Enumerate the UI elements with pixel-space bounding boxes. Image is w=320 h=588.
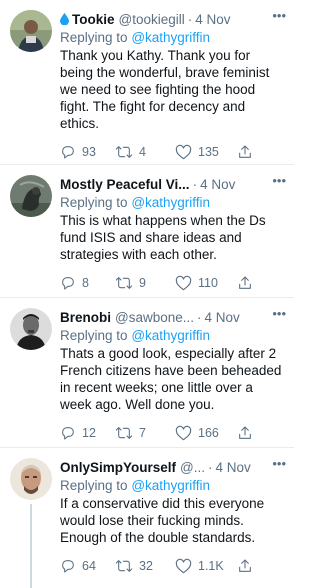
thread-line	[30, 504, 32, 588]
replying-to-label: Replying to	[60, 328, 128, 343]
display-name[interactable]: Tookie	[72, 12, 115, 27]
reply-feed: Tookie @tookiegill · 4 Nov ••• Replying …	[0, 0, 294, 588]
user-handle[interactable]: @sawbone...	[115, 310, 194, 325]
more-options-icon[interactable]: •••	[272, 307, 286, 320]
replying-to: Replying to @kathygriffin	[60, 195, 286, 210]
like-count: 166	[198, 426, 219, 440]
separator-dot: ·	[192, 176, 198, 192]
tweet-header: Mostly Peaceful Vi... · 4 Nov	[60, 175, 286, 193]
avatar[interactable]	[10, 10, 52, 52]
avatar[interactable]	[10, 308, 52, 350]
share-button[interactable]	[237, 275, 257, 291]
reply-count: 93	[82, 145, 96, 159]
reply-icon	[62, 560, 74, 573]
tweet-text: This is what happens when the Ds fund IS…	[60, 213, 266, 262]
water-drop-icon	[60, 13, 69, 25]
tweet-actions: 8 9 110	[60, 275, 286, 291]
timestamp[interactable]: 4 Nov	[200, 177, 235, 192]
more-options-icon[interactable]: •••	[272, 457, 286, 470]
timestamp[interactable]: 4 Nov	[205, 310, 240, 325]
retweet-button[interactable]: 32	[115, 558, 175, 574]
replying-to-label: Replying to	[60, 195, 128, 210]
separator-dot: ·	[187, 11, 193, 27]
tweet-actions: 64 32 1.1K	[60, 558, 286, 574]
share-button[interactable]	[237, 558, 257, 574]
like-button[interactable]: 1.1K	[175, 558, 237, 574]
share-icon	[239, 559, 251, 572]
retweet-count: 32	[139, 559, 153, 573]
reply-button[interactable]: 93	[60, 144, 115, 160]
mention-link[interactable]: @kathygriffin	[131, 478, 210, 493]
retweet-count: 9	[139, 276, 146, 290]
replying-to-label: Replying to	[60, 30, 128, 45]
replying-to: Replying to @kathygriffin	[60, 328, 286, 343]
separator-dot: ·	[208, 459, 213, 475]
display-name[interactable]: OnlySimpYourself	[60, 460, 176, 475]
reply-count: 8	[82, 276, 89, 290]
reply-icon	[62, 427, 74, 440]
retweet-icon	[115, 146, 133, 158]
replying-to: Replying to @kathygriffin	[60, 478, 286, 493]
retweet-icon	[115, 277, 133, 289]
retweet-count: 4	[139, 145, 146, 159]
avatar[interactable]	[10, 458, 52, 500]
retweet-icon	[115, 427, 133, 439]
reply-icon	[62, 277, 74, 290]
avatar[interactable]	[10, 175, 52, 217]
tweet[interactable]: Mostly Peaceful Vi... · 4 Nov ••• Replyi…	[0, 165, 294, 298]
reply-button[interactable]: 12	[60, 425, 115, 441]
like-button[interactable]: 135	[175, 144, 237, 160]
reply-count: 12	[82, 426, 96, 440]
separator-dot: ·	[197, 309, 202, 325]
user-handle[interactable]: @tookiegill	[119, 12, 185, 27]
timestamp[interactable]: 4 Nov	[195, 12, 230, 27]
tweet-header: Brenobi @sawbone... · 4 Nov	[60, 308, 286, 326]
reply-icon	[62, 146, 74, 159]
share-button[interactable]	[237, 144, 257, 160]
share-icon	[239, 145, 251, 158]
replying-to: Replying to @kathygriffin	[60, 30, 286, 45]
reply-button[interactable]: 8	[60, 275, 115, 291]
heart-icon	[175, 144, 192, 160]
tweet-header: Tookie @tookiegill · 4 Nov	[60, 10, 286, 28]
reply-count: 64	[82, 559, 96, 573]
tweet-text: Thats a good look, especially after 2 Fr…	[60, 346, 282, 412]
timestamp[interactable]: 4 Nov	[216, 460, 251, 475]
tweet-actions: 12 7 166	[60, 425, 286, 441]
tweet-actions: 93 4 135	[60, 144, 286, 160]
user-handle[interactable]: @...	[180, 460, 205, 475]
tweet[interactable]: Tookie @tookiegill · 4 Nov ••• Replying …	[0, 0, 294, 165]
mention-link[interactable]: @kathygriffin	[131, 30, 210, 45]
mention-link[interactable]: @kathygriffin	[131, 328, 210, 343]
retweet-button[interactable]: 9	[115, 275, 175, 291]
retweet-icon	[115, 560, 133, 572]
retweet-button[interactable]: 7	[115, 425, 175, 441]
more-options-icon[interactable]: •••	[272, 9, 286, 22]
share-icon	[239, 276, 251, 289]
heart-icon	[175, 558, 192, 574]
display-name[interactable]: Mostly Peaceful Vi...	[60, 177, 190, 192]
tweet-text: If a conservative did this everyone woul…	[60, 496, 265, 545]
retweet-button[interactable]: 4	[115, 144, 175, 160]
tweet-header: OnlySimpYourself @... · 4 Nov	[60, 458, 286, 476]
heart-icon	[175, 425, 192, 441]
mention-link[interactable]: @kathygriffin	[131, 195, 210, 210]
reply-button[interactable]: 64	[60, 558, 115, 574]
display-name[interactable]: Brenobi	[60, 310, 111, 325]
like-button[interactable]: 110	[175, 275, 237, 291]
heart-icon	[175, 275, 192, 291]
tweet-text: Thank you Kathy. Thank you for being the…	[60, 48, 270, 131]
like-button[interactable]: 166	[175, 425, 237, 441]
more-options-icon[interactable]: •••	[272, 174, 286, 187]
replying-to-label: Replying to	[60, 478, 128, 493]
like-count: 135	[198, 145, 219, 159]
tweet[interactable]: OnlySimpYourself @... · 4 Nov ••• Replyi…	[0, 448, 294, 588]
like-count: 110	[198, 276, 218, 290]
tweet[interactable]: Brenobi @sawbone... · 4 Nov ••• Replying…	[0, 298, 294, 448]
like-count: 1.1K	[198, 559, 224, 573]
share-icon	[239, 426, 251, 439]
share-button[interactable]	[237, 425, 257, 441]
retweet-count: 7	[139, 426, 146, 440]
